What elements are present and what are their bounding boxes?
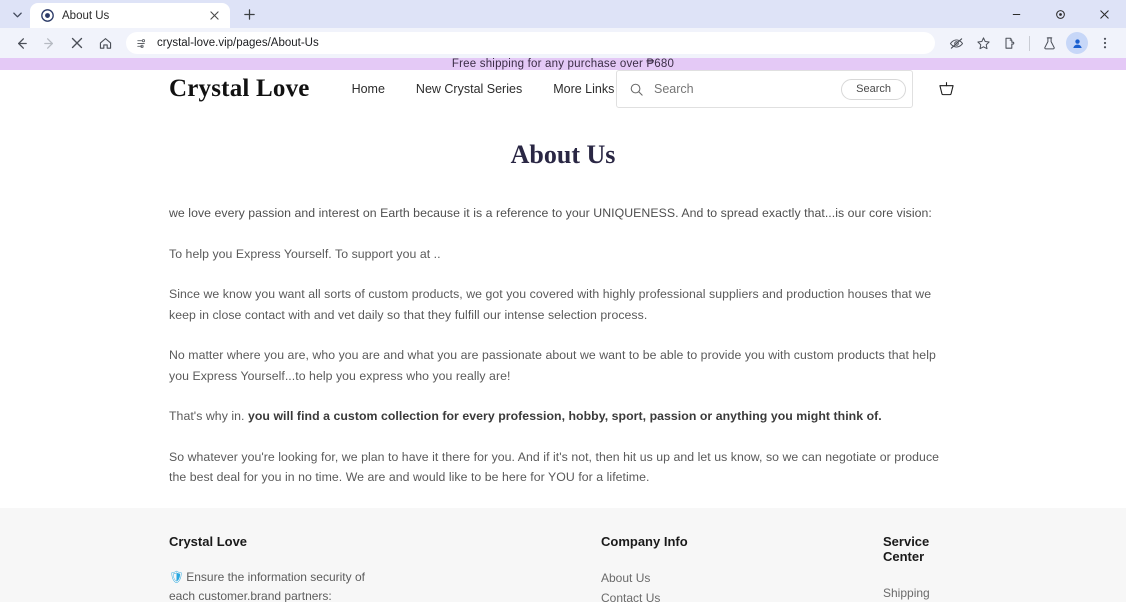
address-bar-url: crystal-love.vip/pages/About-Us — [157, 37, 319, 49]
footer-service-center-heading: Service Center — [883, 533, 930, 564]
footer-link-contact-us[interactable]: Contact Us — [601, 588, 883, 602]
close-window-icon[interactable] — [1082, 0, 1126, 28]
shopping-cart-icon[interactable] — [935, 78, 957, 100]
star-icon[interactable] — [970, 30, 996, 56]
nav-item-home[interactable]: Home — [352, 82, 385, 96]
nav-item-new-crystal-series[interactable]: New Crystal Series — [416, 82, 522, 96]
footer-link-about-us[interactable]: About Us — [601, 568, 883, 588]
paragraph-bold: you will find a custom collection for ev… — [247, 409, 882, 423]
home-icon[interactable] — [92, 30, 118, 56]
tab-search-button[interactable] — [6, 3, 28, 25]
flask-icon[interactable] — [1036, 30, 1062, 56]
browser-tab[interactable]: About Us — [30, 3, 230, 28]
search-submit-button[interactable]: Search — [841, 78, 906, 100]
site-settings-icon[interactable] — [136, 37, 149, 50]
site-logo[interactable]: Crystal Love — [169, 75, 310, 103]
paragraph: we love every passion and interest on Ea… — [169, 206, 932, 220]
footer-brand-column: Crystal Love 🛡 Ensure the information sec… — [169, 534, 601, 602]
close-icon[interactable] — [207, 8, 222, 23]
forward-arrow-icon — [36, 30, 62, 56]
minimize-icon[interactable] — [994, 0, 1038, 28]
paragraph-with-emphasis: That's why in. you will find a custom co… — [169, 406, 957, 427]
browser-tab-title: About Us — [62, 9, 110, 22]
paragraph-lead: That's why in. — [169, 409, 248, 423]
main-navigation: Home New Crystal Series More Links — [352, 82, 615, 96]
footer-link-shipping-policy[interactable]: Shipping policy — [883, 583, 957, 602]
footer-brand-heading: Crystal Love — [169, 533, 248, 549]
footer-columns: Crystal Love 🛡 Ensure the information sec… — [169, 534, 957, 602]
browser-window: About Us crystal-love.vip/pages/About-Us… — [0, 0, 1126, 602]
window-controls — [994, 0, 1126, 28]
page-title: About Us — [510, 140, 616, 169]
footer-brand-blurb: 🛡 Ensure the information security of each… — [169, 568, 379, 602]
three-dot-menu-icon[interactable] — [1092, 30, 1118, 56]
maximize-icon[interactable] — [1038, 0, 1082, 28]
footer-brand-blurb-text: Ensure the information security of each … — [169, 569, 365, 602]
paragraph: To help you Express Yourself. To support… — [169, 246, 441, 261]
search-input[interactable]: Search — [654, 82, 831, 96]
announcement-bar: Free shipping for any purchase over ₱680 — [0, 58, 1126, 70]
announcement-text: Free shipping for any purchase over ₱680 — [451, 58, 675, 70]
browser-toolbar: crystal-love.vip/pages/About-Us — [0, 28, 1126, 58]
eye-slash-icon[interactable] — [943, 30, 969, 56]
page-viewport: Free shipping for any purchase over ₱680… — [0, 58, 1126, 602]
address-bar[interactable]: crystal-love.vip/pages/About-Us — [126, 32, 935, 54]
header-actions: Search Search — [616, 70, 957, 108]
footer-company-info-heading: Company Info — [601, 533, 688, 549]
browser-tab-strip: About Us — [0, 0, 1126, 28]
profile-avatar-icon[interactable] — [1066, 32, 1088, 54]
search-magnifier-icon — [629, 82, 644, 97]
shield-icon: 🛡 — [169, 569, 185, 584]
site-header: Crystal Love Home New Crystal Series Mor… — [0, 70, 1126, 108]
toolbar-actions — [943, 30, 1118, 56]
nav-item-more-links[interactable]: More Links — [553, 82, 614, 96]
article-body: we love every passion and interest on Ea… — [0, 203, 1126, 508]
paragraph: So whatever you're looking for, we plan … — [169, 449, 940, 485]
new-tab-button[interactable] — [236, 1, 262, 27]
footer-service-center-column: Service Center Shipping policy Return po… — [883, 534, 957, 602]
search-box[interactable]: Search Search — [616, 70, 913, 108]
paragraph: Since we know you want all sorts of cust… — [169, 287, 932, 322]
toolbar-divider — [1029, 35, 1030, 51]
paragraph: No matter where you are, who you are and… — [169, 348, 936, 383]
site-logo-favicon — [40, 9, 54, 23]
site-footer: Crystal Love 🛡 Ensure the information sec… — [0, 507, 1126, 602]
footer-company-info-column: Company Info About Us Contact Us — [601, 534, 883, 602]
extensions-puzzle-icon[interactable] — [997, 30, 1023, 56]
stop-loading-icon[interactable] — [64, 30, 90, 56]
back-arrow-icon[interactable] — [8, 30, 34, 56]
